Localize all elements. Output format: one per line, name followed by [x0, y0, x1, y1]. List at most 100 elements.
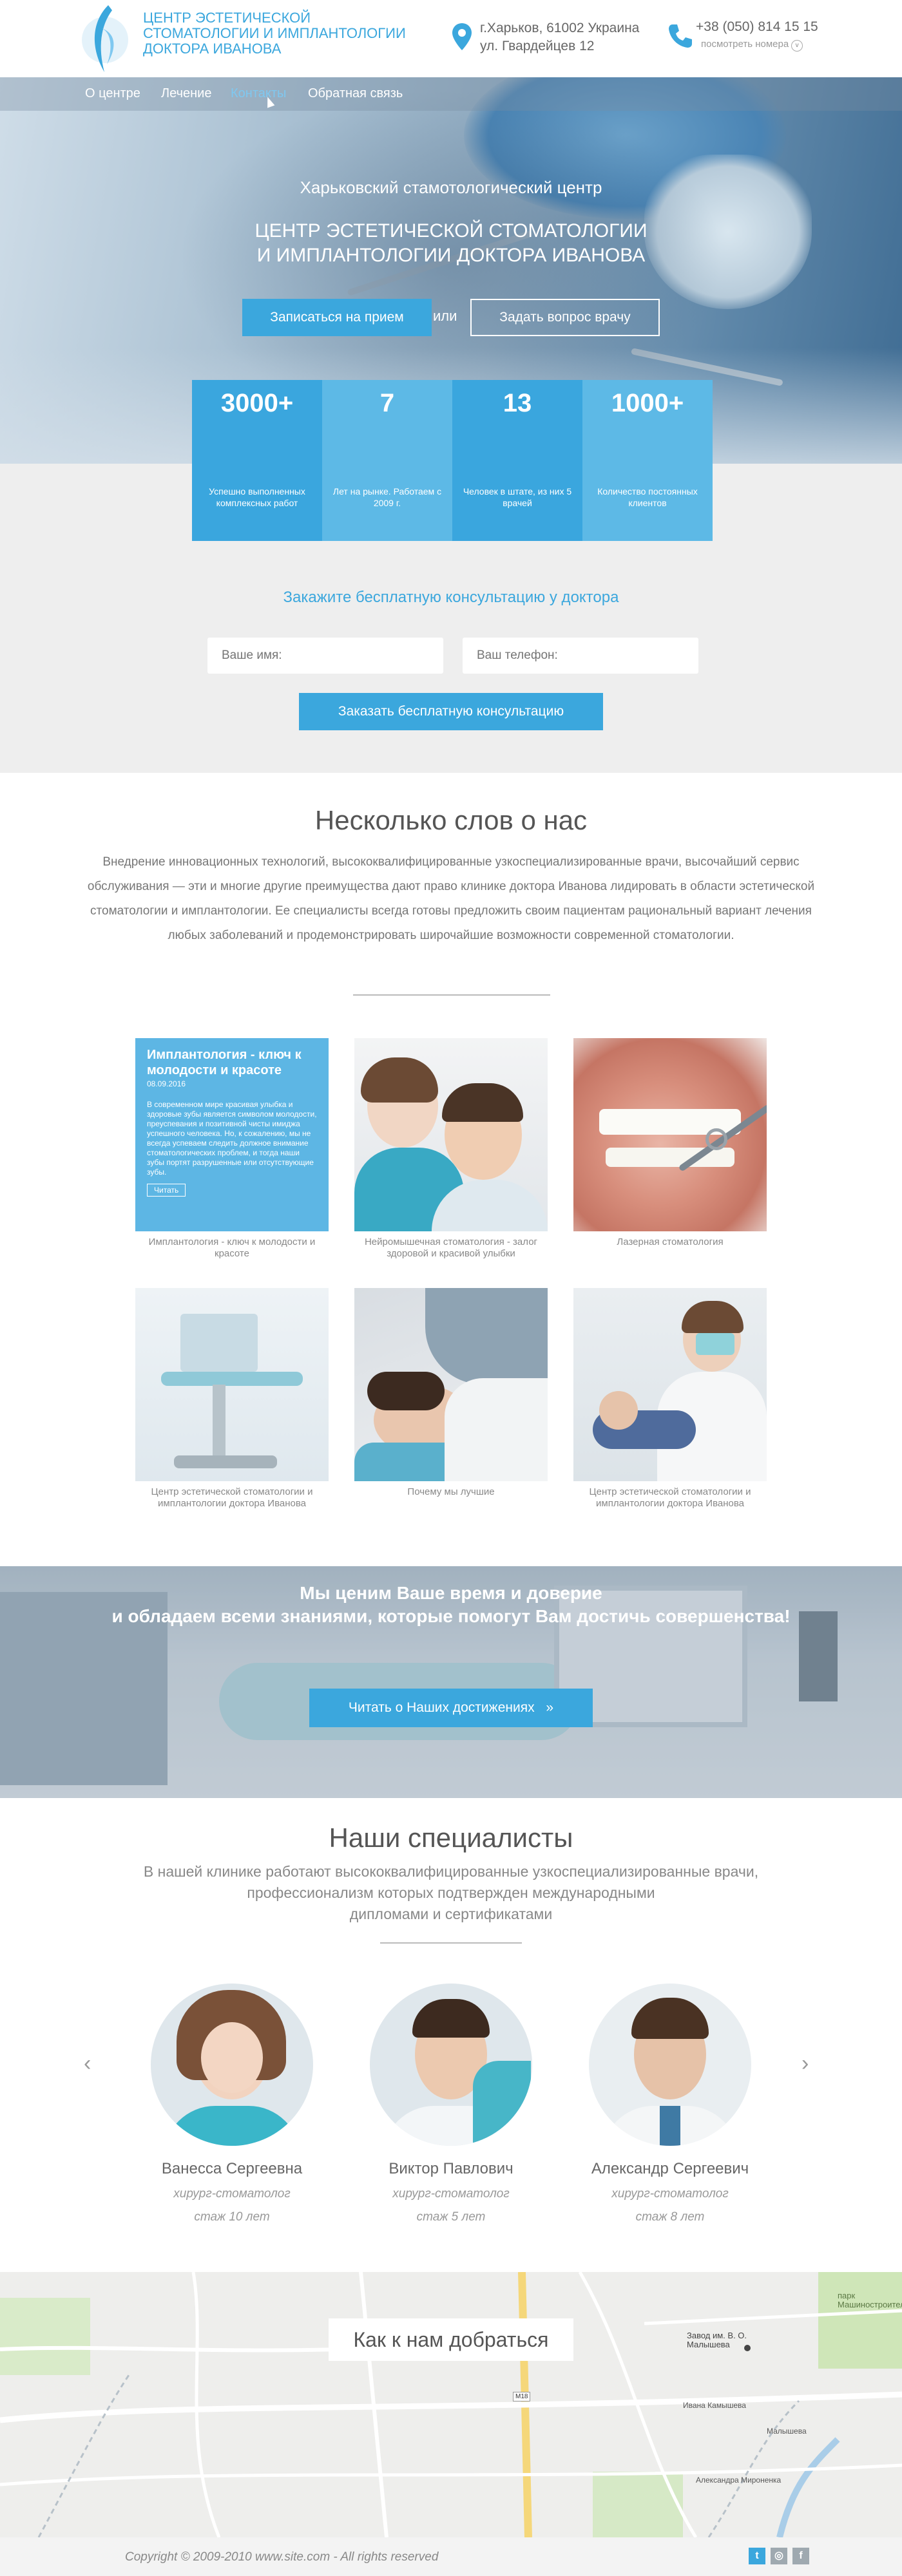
card-caption[interactable]: Почему мы лучшие [354, 1486, 548, 1498]
stat-number: 7 [379, 389, 395, 417]
twitter-icon[interactable]: t [749, 2548, 765, 2564]
map-roads [0, 2272, 902, 2537]
specialist-role: хирург-стоматолог [173, 2187, 291, 2201]
specialist-experience: стаж 10 лет [194, 2210, 270, 2224]
appointment-button[interactable]: Записаться на прием [242, 299, 432, 336]
card-caption[interactable]: Нейромышечная стоматология - залог здоро… [354, 1236, 548, 1260]
gallery-card[interactable]: Нейромышечная стоматология - залог здоро… [354, 1038, 548, 1260]
copyright: Copyright © 2009-2010 www.site.com - All… [125, 2550, 439, 2564]
name-input[interactable] [207, 638, 443, 674]
location-map[interactable]: Завод им. В. О. Малышева парк Машиностро… [0, 2272, 902, 2537]
laser-dentistry-photo[interactable] [573, 1038, 767, 1231]
news-title[interactable]: Имплантология - ключ к молодости и красо… [147, 1047, 317, 1078]
address-line-2: ул. Гвардейцев 12 [480, 39, 595, 53]
specialists-text-line-3: дипломами и сертификатами [349, 1906, 553, 1922]
banner-title: Мы ценим Ваше время и доверие и обладаем… [0, 1582, 902, 1628]
logo-icon[interactable] [79, 3, 131, 75]
specialist-name: Ванесса Сергеевна [161, 2160, 303, 2177]
dental-chair-photo[interactable] [135, 1288, 329, 1481]
nav-item-feedback[interactable]: Обратная связь [308, 86, 403, 101]
stat-label: Успешно выполненных комплексных работ [209, 486, 305, 508]
stat-label: Человек в штате, из них 5 врачей [463, 486, 572, 508]
gallery-card[interactable]: Центр эстетической стоматологии и имплан… [135, 1288, 329, 1510]
avatar[interactable] [151, 1984, 313, 2146]
specialist-experience: стаж 8 лет [635, 2210, 705, 2224]
instagram-icon[interactable]: ◎ [771, 2548, 787, 2564]
ask-doctor-button[interactable]: Задать вопрос врачу [470, 299, 660, 336]
specialists-text-line-1: В нашей клинике работают высококвалифици… [143, 1863, 759, 1880]
card-caption[interactable]: Центр эстетической стоматологии и имплан… [135, 1486, 329, 1510]
news-card[interactable]: Имплантология - ключ к молодости и красо… [135, 1038, 329, 1231]
specialist-name: Виктор Павлович [389, 2160, 513, 2177]
facebook-icon[interactable]: f [792, 2548, 809, 2564]
nav-item-about[interactable]: О центре [85, 86, 140, 101]
address-line-1: г.Харьков, 61002 Украина [480, 21, 640, 35]
specialist-card[interactable]: Ванесса Сергеевна хирург-стоматолог стаж… [135, 1984, 329, 2224]
dentist-treatment-photo[interactable] [354, 1288, 548, 1481]
carousel-prev-icon[interactable]: ‹ [84, 2051, 91, 2076]
avatar[interactable] [370, 1984, 532, 2146]
about-title: Несколько слов о нас [314, 805, 588, 835]
stat-number: 1000+ [611, 389, 684, 417]
news-date: 08.09.2016 [147, 1079, 186, 1088]
specialists-title: Наши специалисты [329, 1823, 573, 1853]
chevron-down-icon[interactable]: v [791, 40, 803, 52]
stat-label: Количество постоянных клиентов [597, 486, 698, 508]
consultation-submit-button[interactable]: Заказать бесплатную консультацию [299, 693, 603, 730]
double-chevron-right-icon: » [546, 1700, 554, 1715]
carousel-next-icon[interactable]: › [801, 2051, 809, 2076]
gallery-card[interactable]: Имплантология - ключ к молодости и красо… [135, 1038, 329, 1260]
map-label-plant: Завод им. В. О. Малышева [687, 2331, 747, 2349]
gallery-card[interactable]: Почему мы лучшие [354, 1288, 548, 1498]
divider [380, 1942, 522, 1944]
map-label-street: Малышева [767, 2427, 807, 2436]
phone-input[interactable] [463, 638, 698, 674]
address: г.Харьков, 61002 Украина ул. Гвардейцев … [480, 19, 639, 55]
about-text: Внедрение инновационных технологий, высо… [87, 855, 815, 942]
avatar[interactable] [589, 1984, 751, 2146]
dentist-patient-photo[interactable] [573, 1288, 767, 1481]
logo-text[interactable]: Центр эстетической стоматологии и имплан… [143, 10, 427, 57]
specialist-experience: стаж 5 лет [416, 2210, 486, 2224]
map-label-road: М18 [513, 2392, 531, 2401]
site-footer: Copyright © 2009-2010 www.site.com - All… [0, 2537, 902, 2576]
specialist-card[interactable]: Александр Сергеевич хирург-стоматолог ст… [573, 1984, 767, 2224]
specialist-card[interactable]: Виктор Павлович хирург-стоматолог стаж 5… [354, 1984, 548, 2224]
site-header: Центр эстетической стоматологии и имплан… [0, 0, 902, 77]
card-caption[interactable]: Центр эстетической стоматологии и имплан… [573, 1486, 767, 1510]
hero-or-label: или [433, 308, 457, 324]
banner-line-2: и обладаем всеми знаниями, которые помог… [111, 1606, 791, 1626]
smiling-dentists-photo[interactable] [354, 1038, 548, 1231]
nav-item-treatment[interactable]: Лечение [161, 86, 211, 101]
stat-box: 7 Лет на рынке. Работаем с 2009 г. [322, 380, 452, 541]
stat-box: 1000+ Количество постоянных клиентов [582, 380, 713, 541]
phone-icon [669, 24, 692, 48]
achievements-button[interactable]: Читать о Наших достижениях » [309, 1689, 593, 1727]
hero-title-line-2: И ИМПЛАНТОЛОГИИ ДОКТОРА ИВАНОВА [256, 245, 646, 266]
phone-number[interactable]: +38 (050) 814 15 15 [696, 19, 818, 35]
map-title: Как к нам добраться [329, 2318, 573, 2361]
specialists-text-line-2: профессионализм которых подтвержден межд… [247, 1884, 655, 1901]
main-nav: О центре Лечение Контакты Обратная связь [0, 77, 902, 111]
card-caption[interactable]: Имплантология - ключ к молодости и красо… [135, 1236, 329, 1260]
map-label-street: Ивана Камышева [683, 2401, 746, 2410]
map-label-street: Александра Мироненка [696, 2476, 782, 2485]
divider [353, 994, 550, 996]
nav-item-contacts[interactable]: Контакты [231, 86, 286, 101]
show-numbers-label: посмотреть номера [701, 39, 789, 50]
card-caption[interactable]: Лазерная стоматология [573, 1236, 767, 1248]
stat-box: 13 Человек в штате, из них 5 врачей [452, 380, 582, 541]
gallery-card[interactable]: Центр эстетической стоматологии и имплан… [573, 1288, 767, 1510]
read-button[interactable]: Читать [147, 1184, 186, 1197]
banner-line-1: Мы ценим Ваше время и доверие [300, 1583, 602, 1603]
stat-number: 3000+ [220, 389, 294, 417]
news-text: В современном мире красивая улыбка и здо… [147, 1100, 317, 1177]
map-label-park: парк Машиностроителей [838, 2291, 902, 2309]
stat-number: 13 [503, 389, 532, 417]
show-numbers-link[interactable]: посмотреть номера v [701, 39, 803, 52]
gallery-card[interactable]: Лазерная стоматология [573, 1038, 767, 1248]
hero-title: ЦЕНТР ЭСТЕТИЧЕСКОЙ СТОМАТОЛОГИИ И ИМПЛАН… [0, 219, 902, 268]
location-pin-icon [452, 23, 472, 50]
stat-label: Лет на рынке. Работаем с 2009 г. [332, 486, 442, 508]
specialist-role: хирург-стоматолог [392, 2187, 510, 2201]
